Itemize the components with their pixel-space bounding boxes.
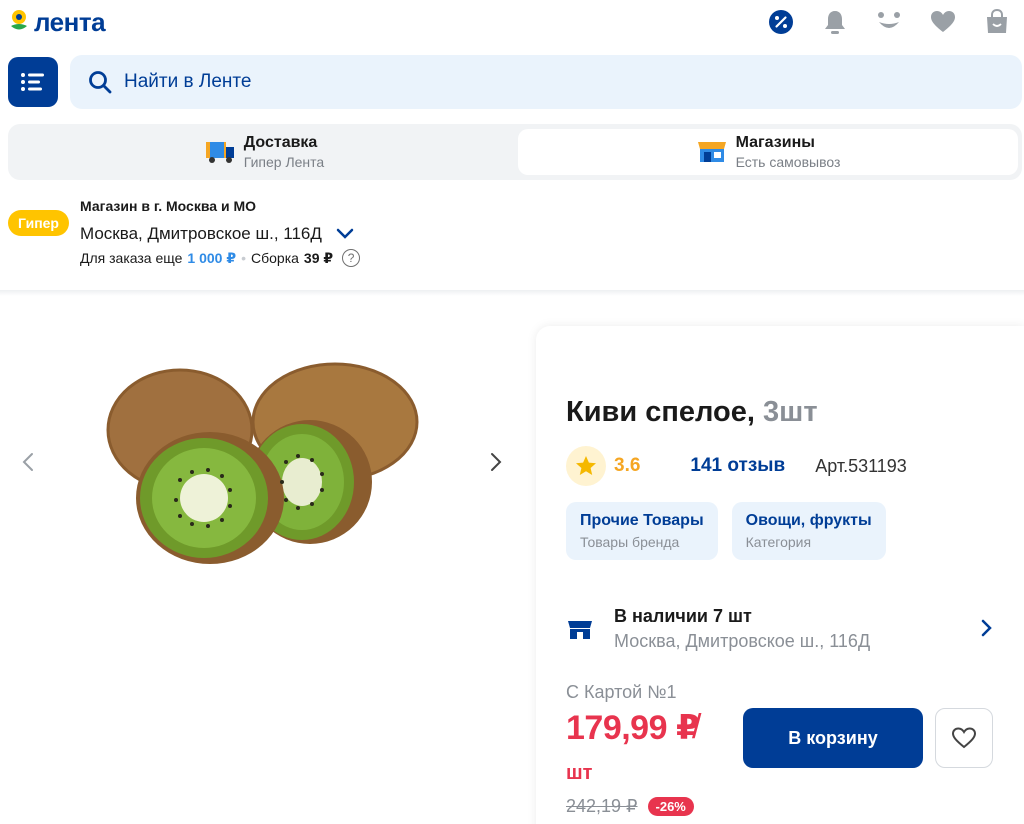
chip-title: Овощи, фрукты bbox=[745, 512, 872, 529]
header-icons bbox=[754, 6, 1024, 38]
delivery-mode-toggle: Доставка Гипер Лента Магазины Есть самов… bbox=[8, 124, 1022, 180]
delivery-truck-icon bbox=[205, 142, 234, 163]
chip-subtitle: Категория bbox=[745, 534, 812, 550]
chip-subtitle: Товары бренда bbox=[580, 534, 680, 550]
brand-chip[interactable]: Прочие Товары Товары бренда bbox=[566, 502, 718, 560]
rating-value: 3.6 bbox=[614, 455, 641, 476]
product-info-card: Киви спелое, 3шт 3.6 141 отзыв Арт.53119… bbox=[536, 326, 1024, 824]
discount-icon[interactable] bbox=[754, 6, 808, 38]
catalog-menu-button[interactable] bbox=[8, 57, 58, 107]
section-divider bbox=[0, 290, 1024, 296]
store-icon bbox=[568, 621, 592, 639]
order-label: Для заказа еще bbox=[80, 250, 183, 266]
price-slash: / bbox=[692, 708, 702, 746]
delivery-title: Доставка bbox=[243, 134, 318, 151]
store-address: Москва, Дмитровское ш., 116Д bbox=[80, 224, 322, 243]
order-info: Для заказа еще 1 000 ₽ • Сборка 39 ₽ ? bbox=[80, 249, 361, 267]
category-chip[interactable]: Овощи, фрукты Категория bbox=[731, 502, 886, 560]
product-title: Киви спелое, 3шт bbox=[566, 396, 818, 429]
product-name: Киви спелое, bbox=[566, 396, 755, 428]
tab-stores[interactable]: Магазины Есть самовывоз bbox=[518, 129, 1018, 175]
add-to-cart-button[interactable]: В корзину bbox=[743, 708, 923, 768]
stores-title: Магазины bbox=[735, 134, 815, 151]
product-chips: Прочие Товары Товары бренда Овощи, фрукт… bbox=[566, 502, 886, 560]
chevron-right-icon[interactable] bbox=[484, 450, 508, 474]
smile-icon[interactable] bbox=[862, 6, 916, 38]
top-bar: лента bbox=[0, 0, 1024, 48]
dot-separator: • bbox=[241, 250, 246, 266]
assembly-price: 39 ₽ bbox=[303, 249, 334, 266]
availability-address: Москва, Дмитровское ш., 116Д bbox=[614, 631, 871, 651]
price-unit: шт bbox=[566, 762, 593, 784]
product-quantity: 3шт bbox=[763, 396, 818, 428]
star-icon bbox=[566, 446, 606, 486]
product-gallery bbox=[0, 310, 520, 610]
article-number: Арт.531193 bbox=[815, 455, 907, 476]
heart-outline-icon bbox=[951, 727, 977, 749]
rating-row: 3.6 141 отзыв Арт.531193 bbox=[566, 446, 907, 486]
store-address-dropdown[interactable]: Москва, Дмитровское ш., 116Д bbox=[80, 224, 354, 244]
store-building-icon bbox=[697, 142, 726, 162]
bell-icon[interactable] bbox=[808, 6, 862, 38]
search-bar[interactable] bbox=[70, 55, 1022, 109]
cart-icon[interactable] bbox=[970, 6, 1024, 38]
availability-row[interactable]: В наличии 7 шт Москва, Дмитровское ш., 1… bbox=[566, 604, 994, 654]
store-type-badge: Гипер bbox=[8, 210, 69, 236]
search-icon bbox=[89, 71, 112, 94]
sunflower-logo-icon bbox=[11, 10, 27, 30]
store-selector: Гипер Магазин в г. Москва и МО Москва, Д… bbox=[0, 190, 1024, 290]
chevron-down-icon bbox=[336, 228, 354, 239]
tab-delivery[interactable]: Доставка Гипер Лента bbox=[14, 129, 514, 175]
delivery-subtitle: Гипер Лента bbox=[243, 154, 325, 170]
discount-badge: -26% bbox=[647, 797, 694, 816]
list-icon bbox=[21, 73, 44, 91]
favorite-button[interactable] bbox=[935, 708, 993, 768]
old-price: 242,19 ₽ bbox=[566, 796, 638, 816]
stores-subtitle: Есть самовывоз bbox=[735, 154, 841, 170]
current-price: 179,99 ₽ bbox=[566, 709, 700, 747]
logo-text: лента bbox=[34, 7, 106, 37]
order-amount: 1 000 ₽ bbox=[187, 249, 237, 266]
chip-title: Прочие Товары bbox=[580, 512, 704, 529]
reviews-link[interactable]: 141 отзыв bbox=[690, 455, 785, 477]
assembly-label: Сборка bbox=[251, 250, 299, 266]
store-caption: Магазин в г. Москва и МО bbox=[80, 198, 256, 214]
availability-title: В наличии 7 шт bbox=[614, 606, 752, 626]
chevron-left-icon[interactable] bbox=[16, 450, 40, 474]
heart-icon[interactable] bbox=[916, 6, 970, 38]
chevron-right-icon bbox=[981, 619, 992, 637]
help-icon[interactable]: ? bbox=[342, 249, 361, 267]
old-price-row: 242,19 ₽ -26% bbox=[566, 796, 694, 817]
lenta-logo[interactable]: лента bbox=[8, 7, 106, 37]
search-input[interactable] bbox=[124, 71, 924, 93]
kiwi-product-image bbox=[106, 362, 419, 564]
loyalty-card-label: С Картой №1 bbox=[566, 682, 677, 702]
